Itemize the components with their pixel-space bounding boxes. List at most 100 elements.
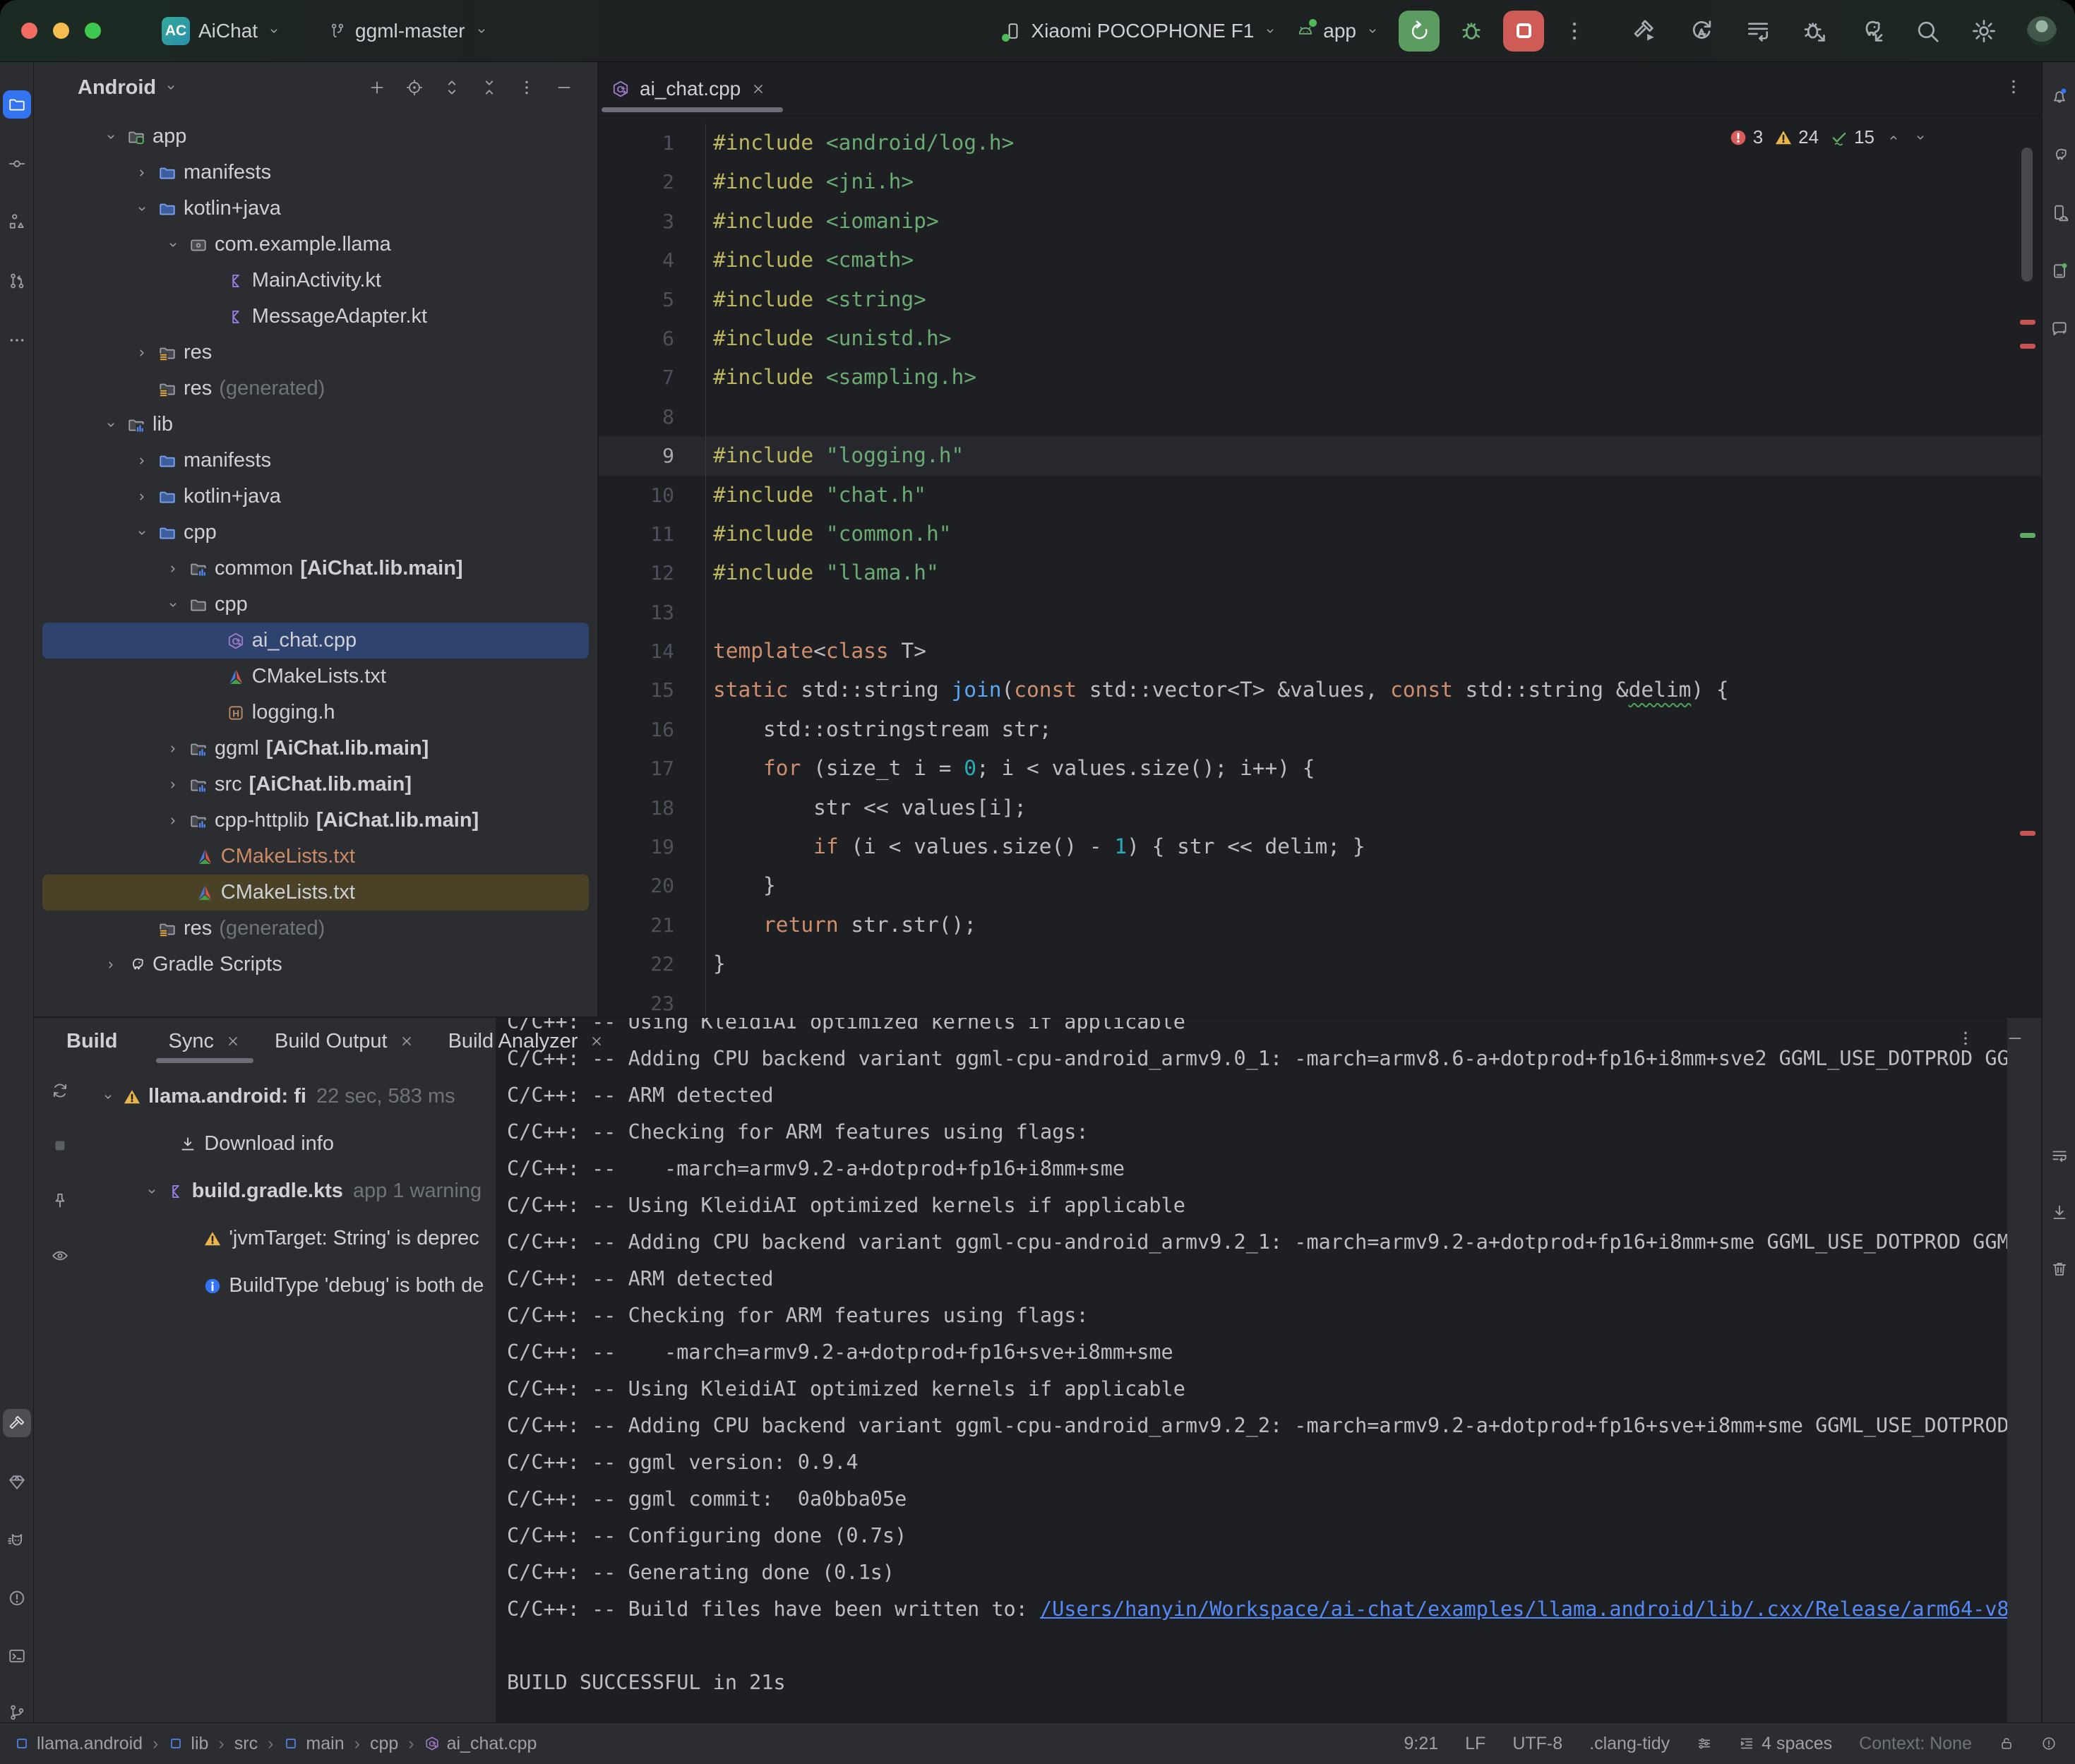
build-output-path-link[interactable]: /Users/hanyin/Workspace/ai-chat/examples…	[1040, 1597, 2007, 1621]
tree-item-cpp[interactable]: cpp	[42, 515, 589, 551]
project-tool-button[interactable]	[3, 90, 31, 119]
close-tab-icon[interactable]	[751, 81, 766, 97]
line-ending[interactable]: LF	[1465, 1734, 1485, 1754]
locate-file-icon[interactable]	[405, 78, 424, 97]
tree-item-messageadapter-kt[interactable]: MessageAdapter.kt	[42, 299, 589, 335]
code-style-icon[interactable]	[1697, 1736, 1712, 1751]
compile-changes-icon[interactable]	[1745, 18, 1771, 44]
version-control-tool-button[interactable]	[3, 1698, 31, 1727]
build-tree-item[interactable]: build.gradle.ktsapp 1 warning	[93, 1168, 494, 1215]
breadcrumb-cpp[interactable]: cpp	[370, 1734, 398, 1754]
search-everywhere-icon[interactable]	[1914, 18, 1941, 44]
run-configuration-selector[interactable]: app	[1296, 20, 1380, 42]
tree-item-manifests[interactable]: manifests	[42, 443, 589, 479]
editor-scrollbar-thumb[interactable]	[2021, 148, 2033, 282]
tree-item-cpp[interactable]: cpp	[42, 587, 589, 623]
tree-item-cpp-httplib[interactable]: cpp-httplib[AiChat.lib.main]	[42, 803, 589, 839]
indent-widget[interactable]: 4 spaces	[1739, 1734, 1832, 1754]
caret-position[interactable]: 9:21	[1404, 1734, 1438, 1754]
tree-item-res[interactable]: res(generated)	[42, 371, 589, 407]
tree-item-lib[interactable]: lib	[42, 407, 589, 443]
breadcrumb-ai-chat-cpp[interactable]: ai_chat.cpp	[424, 1734, 537, 1754]
more-tool-windows-button[interactable]	[3, 326, 31, 354]
error-stripe-mark[interactable]	[2020, 344, 2035, 349]
pin-panel-icon[interactable]	[51, 1192, 69, 1210]
tree-item-cmakelists-txt[interactable]: CMakeLists.txt	[42, 839, 589, 875]
zoom-window-button[interactable]	[85, 23, 101, 39]
refresh-build-icon[interactable]	[51, 1081, 69, 1100]
build-tool-button[interactable]	[3, 1409, 31, 1437]
device-selector[interactable]: Xiaomi POCOPHONE F1	[1004, 20, 1278, 42]
project-view-selector[interactable]: Android	[78, 76, 156, 100]
tree-item-ai-chat-cpp[interactable]: ai_chat.cpp	[42, 623, 589, 659]
tree-item-cmakelists-txt[interactable]: CMakeLists.txt	[42, 659, 589, 695]
hide-panel-icon[interactable]	[555, 78, 573, 97]
close-tab-icon[interactable]	[399, 1033, 414, 1049]
logcat-tool-button[interactable]	[3, 1526, 31, 1554]
hide-build-panel-icon[interactable]	[2006, 1029, 2024, 1048]
breadcrumb-src[interactable]: src	[234, 1734, 258, 1754]
file-encoding[interactable]: UTF-8	[1512, 1734, 1562, 1754]
collapse-all-icon[interactable]	[480, 78, 498, 97]
chevron-down-icon[interactable]	[163, 80, 179, 95]
tree-item-kotlin-java[interactable]: kotlin+java	[42, 191, 589, 227]
tree-item-logging-h[interactable]: logging.h	[42, 695, 589, 731]
notifications-button[interactable]	[2047, 83, 2072, 109]
gradle-sync-icon[interactable]	[1858, 18, 1884, 44]
clear-output-button[interactable]	[2047, 1256, 2072, 1282]
device-manager-button[interactable]	[2047, 200, 2072, 226]
gradle-tool-button[interactable]	[2047, 143, 2072, 168]
tree-item-src[interactable]: src[AiChat.lib.main]	[42, 767, 589, 803]
sync-project-icon[interactable]	[1688, 18, 1715, 44]
tree-item-manifests[interactable]: manifests	[42, 155, 589, 191]
next-problem-icon[interactable]	[1913, 130, 1928, 145]
add-icon[interactable]	[368, 78, 386, 97]
gemini-chat-button[interactable]	[2047, 316, 2072, 342]
minimize-window-button[interactable]	[53, 23, 69, 39]
stop-build-icon[interactable]	[51, 1136, 69, 1155]
more-run-options-icon[interactable]	[1562, 19, 1586, 43]
debug-app-button[interactable]	[1458, 18, 1485, 44]
settings-gear-icon[interactable]	[1971, 18, 1997, 44]
tree-item-com-example-llama[interactable]: com.example.llama	[42, 227, 589, 263]
build-console[interactable]: C/C++: -- Using KleidiAI optimized kerne…	[496, 1018, 2007, 1722]
expand-all-icon[interactable]	[443, 78, 461, 97]
lock-icon[interactable]	[1999, 1736, 2014, 1751]
tree-item-res[interactable]: res	[42, 335, 589, 371]
running-devices-button[interactable]	[2047, 258, 2072, 284]
error-stripe-mark[interactable]	[2020, 320, 2035, 325]
inspections-widget[interactable]: 3 24 15	[1729, 126, 1928, 148]
editor-options-icon[interactable]	[2004, 78, 2023, 96]
build-tree-item[interactable]: llama.android: fi22 sec, 583 ms	[93, 1073, 494, 1120]
attach-debugger-icon[interactable]	[1801, 18, 1828, 44]
build-tab-build-analyzer[interactable]: Build Analyzer	[431, 1018, 622, 1064]
pull-requests-tool-button[interactable]	[3, 267, 31, 295]
soft-wrap-button[interactable]	[2047, 1144, 2072, 1169]
tree-item-ggml[interactable]: ggml[AiChat.lib.main]	[42, 731, 589, 767]
branch-widget[interactable]: ggml-master	[328, 20, 489, 42]
build-tree-item[interactable]: Download info	[93, 1120, 494, 1168]
project-widget[interactable]: AC AiChat	[162, 17, 282, 45]
close-tab-icon[interactable]	[589, 1033, 604, 1049]
commit-tool-button[interactable]	[3, 150, 31, 178]
panel-options-icon[interactable]	[518, 78, 536, 97]
tree-item-app[interactable]: app	[42, 119, 589, 155]
code-editor[interactable]: 1#include <android/log.h>2#include <jni.…	[599, 116, 2041, 1016]
build-panel-options-icon[interactable]	[1956, 1029, 1975, 1048]
app-quality-insights-button[interactable]	[3, 1468, 31, 1496]
filter-view-icon[interactable]	[51, 1247, 69, 1265]
previous-problem-icon[interactable]	[1886, 130, 1901, 145]
build-tree-item[interactable]: 'jvmTarget: String' is deprec	[93, 1215, 494, 1262]
structure-tool-button[interactable]	[3, 208, 31, 236]
tree-item-gradle-scripts[interactable]: Gradle Scripts	[42, 947, 589, 983]
tree-item-res[interactable]: res(generated)	[42, 911, 589, 947]
close-window-button[interactable]	[21, 23, 37, 39]
scroll-to-end-button[interactable]	[2047, 1200, 2072, 1225]
stripe-mark-green[interactable]	[2020, 533, 2035, 538]
terminal-tool-button[interactable]	[3, 1642, 31, 1670]
status-info-icon[interactable]	[2041, 1736, 2057, 1751]
build-tree-item[interactable]: BuildType 'debug' is both de	[93, 1262, 494, 1309]
build-project-icon[interactable]	[1632, 18, 1658, 44]
clang-tidy-widget[interactable]: .clang-tidy	[1589, 1734, 1670, 1754]
breadcrumb-lib[interactable]: lib	[168, 1734, 208, 1754]
